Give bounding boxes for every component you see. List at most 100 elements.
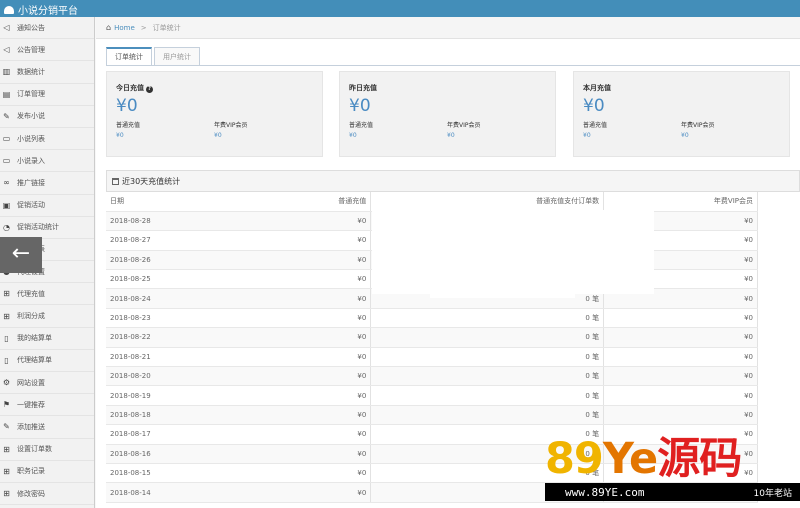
sidebar-item[interactable]: ▭ 小说列表 xyxy=(0,128,94,151)
table-row: 2018-08-21 ¥0 0 笔 ¥0 xyxy=(106,347,758,368)
tab-order-stats[interactable]: 订单统计 xyxy=(106,47,152,66)
document-icon: ▯ xyxy=(4,333,9,343)
sidebar-item[interactable]: ⚑ 一键推荐 xyxy=(0,394,94,417)
sidebar-item[interactable]: ▯ 代理结算单 xyxy=(0,350,94,372)
card-sub-value: ¥0 xyxy=(583,132,591,139)
watermark-bar: www.89YE.com 10年老站 xyxy=(545,483,800,501)
today-recharge-card: 今日充值? ¥0 普通充值 ¥0 年费VIP会员 ¥0 xyxy=(106,71,323,157)
table-cell: 0 笔 xyxy=(370,308,605,329)
table-cell: 0 笔 xyxy=(370,327,605,348)
card-sub-label: 普通充值 xyxy=(583,122,608,129)
table-cell: ¥0 xyxy=(252,269,372,290)
sidebar-item[interactable]: ▤ 订单管理 xyxy=(0,84,94,106)
sidebar-item[interactable]: ⚙ 网站设置 xyxy=(0,372,94,395)
sidebar-item-label: 发布小说 xyxy=(17,112,45,121)
column-header: 日期 xyxy=(106,192,253,212)
sitemap-icon: ⊞ xyxy=(3,489,10,499)
sidebar-item-label: 修改密码 xyxy=(17,489,45,498)
column-header: 普通充值 xyxy=(252,192,372,212)
card-sub-label: 年费VIP会员 xyxy=(214,122,248,129)
sidebar-item-label: 设置订单数 xyxy=(17,445,52,454)
tab-bar: 订单统计 用户统计 xyxy=(106,47,202,66)
link-icon: ∞ xyxy=(3,178,10,188)
redaction-block xyxy=(430,292,575,298)
sidebar-item-label: 公告管理 xyxy=(17,45,45,54)
table-cell: 2018-08-24 xyxy=(106,288,253,309)
breadcrumb-home-link[interactable]: Home xyxy=(114,24,135,32)
sidebar-item[interactable]: ✎ 发布小说 xyxy=(0,106,94,128)
breadcrumb-current: 订单统计 xyxy=(152,23,181,32)
watermark-url: www.89YE.com xyxy=(565,485,645,499)
sidebar-item-label: 推广链接 xyxy=(17,178,45,187)
table-cell: ¥0 xyxy=(603,308,758,329)
card-sub-value: ¥0 xyxy=(349,132,357,139)
sitemap-icon: ⊞ xyxy=(3,289,10,299)
sidebar-item-label: 小说列表 xyxy=(17,134,45,143)
card-title: 本月充值 xyxy=(583,84,611,92)
back-arrow-icon[interactable]: ← xyxy=(0,237,42,273)
table-cell: ¥0 xyxy=(603,327,758,348)
sitemap-icon: ⊞ xyxy=(3,444,10,454)
table-cell: 0 笔 xyxy=(370,405,605,426)
list-icon: ▤ xyxy=(2,89,11,99)
table-cell: 2018-08-18 xyxy=(106,405,253,426)
sidebar-item-label: 代理充值 xyxy=(17,289,45,298)
sidebar-item[interactable]: ◁ 公告管理 xyxy=(0,39,94,62)
sidebar-item[interactable]: ∞ 推广链接 xyxy=(0,172,94,195)
sidebar-item-label: 数据统计 xyxy=(17,67,45,76)
table-cell: 0 笔 xyxy=(370,366,605,387)
table-cell: 2018-08-27 xyxy=(106,230,253,251)
table-cell: ¥0 xyxy=(252,347,372,368)
sidebar-item-label: 促销活动 xyxy=(17,201,45,210)
sidebar-item-label: 添加推送 xyxy=(17,422,45,431)
card-value: ¥0 xyxy=(116,96,138,116)
sidebar-item[interactable]: ⊞ 设置订单数 xyxy=(0,439,94,461)
sidebar-item[interactable]: ▣ 促销活动 xyxy=(0,195,94,217)
sidebar-item[interactable]: ⊞ 代理充值 xyxy=(0,283,94,306)
card-sub-label: 年费VIP会员 xyxy=(447,122,481,129)
sidebar-item[interactable]: ▥ 数据统计 xyxy=(0,61,94,84)
book-icon: ▭ xyxy=(2,156,11,166)
sitemap-icon: ⊞ xyxy=(3,311,10,321)
tab-user-stats[interactable]: 用户统计 xyxy=(154,47,200,66)
sidebar-item[interactable]: ⊞ 职务记录 xyxy=(0,461,94,483)
table-cell: 0 笔 xyxy=(370,347,605,368)
sidebar-item[interactable]: ◁ 通知公告 xyxy=(0,17,94,40)
calendar-icon xyxy=(112,177,119,185)
table-cell: ¥0 xyxy=(252,405,372,426)
sidebar-item[interactable]: ⊞ 利润分成 xyxy=(0,305,94,328)
table-cell: 2018-08-16 xyxy=(106,444,253,464)
table-cell: ¥0 xyxy=(252,444,372,464)
help-icon[interactable]: ? xyxy=(146,86,153,93)
sidebar-item[interactable]: ◔ 促销活动统计 xyxy=(0,217,94,239)
table-cell: ¥0 xyxy=(252,366,372,387)
card-title: 今日充值? xyxy=(116,83,313,93)
table-cell: ¥0 xyxy=(252,288,372,309)
table-row: 2018-08-19 ¥0 0 笔 ¥0 xyxy=(106,385,758,406)
sidebar-item-label: 订单管理 xyxy=(17,90,45,99)
sidebar-item[interactable]: ▯ 我的结算单 xyxy=(0,328,94,350)
sidebar-item-label: 一键推荐 xyxy=(17,400,45,409)
yesterday-recharge-card: 昨日充值 ¥0 普通充值 ¥0 年费VIP会员 ¥0 xyxy=(339,71,556,157)
sidebar-item[interactable]: ⊞ 修改密码 xyxy=(0,483,94,506)
sidebar-item-label: 代理结算单 xyxy=(17,356,52,365)
table-cell: 2018-08-15 xyxy=(106,463,253,484)
sidebar-item[interactable]: ✎ 添加推送 xyxy=(0,416,94,439)
card-sub-label: 普通充值 xyxy=(349,122,374,129)
gift-icon: ▣ xyxy=(2,200,11,210)
sidebar-item-label: 职务记录 xyxy=(17,467,45,476)
table-cell: 2018-08-22 xyxy=(106,327,253,348)
sidebar-item[interactable]: ▭ 小说录入 xyxy=(0,150,94,173)
sidebar-item-label: 促销活动统计 xyxy=(17,223,59,232)
book-icon: ▭ xyxy=(2,134,11,144)
edit-icon: ✎ xyxy=(3,422,10,432)
stats-panel-title: 近30天充值统计 xyxy=(122,176,181,186)
card-sub-label: 普通充值 xyxy=(116,122,141,129)
table-row: 2018-08-22 ¥0 0 笔 ¥0 xyxy=(106,327,758,348)
table-header-row: 日期 普通充值 普通充值支付订单数 年费VIP会员 xyxy=(106,192,758,212)
brand[interactable]: 小说分销平台 xyxy=(4,2,78,17)
pie-chart-icon: ◔ xyxy=(3,222,10,232)
sidebar-item-label: 利润分成 xyxy=(17,312,45,321)
column-header: 年费VIP会员 xyxy=(603,192,758,212)
redaction-block xyxy=(372,210,654,294)
